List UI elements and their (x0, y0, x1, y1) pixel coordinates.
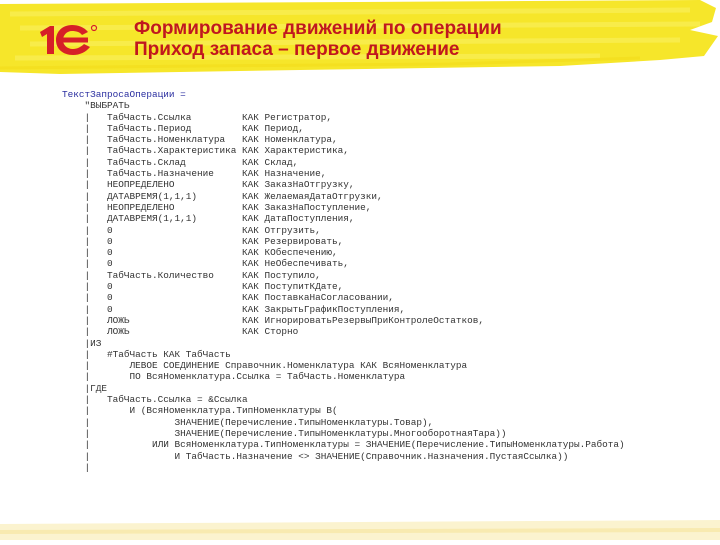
code-line: | ДАТАВРЕМЯ(1,1,1) КАК ДатаПоступления, (62, 213, 355, 225)
code-line: | ЛОЖЬ КАК ИгнорироватьРезервыПриКонтрол… (62, 314, 484, 326)
code-line: | И ТабЧасть.Назначение <> ЗНАЧЕНИЕ(Спра… (62, 450, 569, 462)
code-line: | ЗНАЧЕНИЕ(Перечисление.ТипыНоменклатуры… (62, 416, 434, 428)
code-line: | 0 КАК ПоступитКДате, (62, 281, 344, 293)
code-line: |ИЗ (62, 337, 102, 349)
code-line: | ИЛИ ВсяНоменклатура.ТипНоменклатуры = … (62, 439, 625, 451)
code-line: | 0 КАК ПоставкаНаСогласовании, (62, 292, 394, 304)
code-line: | 0 КАК Резервировать, (62, 235, 344, 247)
code-line: | И (ВсяНоменклатура.ТипНоменклатуры В( (62, 405, 338, 417)
code-line: | ТабЧасть.Характеристика КАК Характерис… (62, 145, 349, 157)
slide-title-line1: Формирование движений по операции (134, 18, 502, 39)
code-block: ТекстЗапросаОперации = "ВЫБРАТЬ | ТабЧас… (62, 89, 702, 473)
code-line: | (62, 461, 91, 473)
code-line: | 0 КАК ЗакрытьГрафикПоступления, (62, 303, 406, 315)
code-line: | ТабЧасть.Количество КАК Поступило, (62, 269, 321, 281)
code-line: ТекстЗапросаОперации = (62, 89, 186, 100)
code-line: | ТабЧасть.Назначение КАК Назначение, (62, 168, 327, 180)
code-line: | НЕОПРЕДЕЛЕНО КАК ЗаказНаПоступление, (62, 201, 372, 213)
code-line: | ТабЧасть.Номенклатура КАК Номенклатура… (62, 134, 338, 146)
code-line: | НЕОПРЕДЕЛЕНО КАК ЗаказНаОтгрузку, (62, 179, 355, 191)
slide-title: Формирование движений по операции Приход… (134, 18, 502, 60)
code-line: | 0 КАК Отгрузить, (62, 224, 321, 236)
code-line: | #ТабЧасть КАК ТабЧасть (62, 348, 231, 360)
footer-highlight (0, 518, 720, 540)
code-line: | ЛОЖЬ КАК Сторно (62, 326, 299, 338)
code-line: | 0 КАК НеОбеспечивать, (62, 258, 349, 270)
code-line: | ТабЧасть.Период КАК Период, (62, 122, 304, 134)
1c-logo-icon (36, 20, 106, 60)
code-line: | ТабЧасть.Склад КАК Склад, (62, 156, 299, 168)
code-line: | 0 КАК КОбеспечению, (62, 247, 338, 259)
code-line: | ЗНАЧЕНИЕ(Перечисление.ТипыНоменклатуры… (62, 427, 507, 439)
code-line: "ВЫБРАТЬ (62, 100, 130, 112)
code-line: | ТабЧасть.Ссылка КАК Регистратор, (62, 111, 333, 123)
code-line: |ГДЕ (62, 382, 108, 394)
slide-title-line2: Приход запаса – первое движение (134, 39, 460, 60)
code-line: | ДАТАВРЕМЯ(1,1,1) КАК ЖелаемаяДатаОтгру… (62, 190, 383, 202)
code-line: | ТабЧасть.Ссылка = &Ссылка (62, 394, 248, 406)
code-line: | ЛЕВОЕ СОЕДИНЕНИЕ Справочник.Номенклату… (62, 360, 468, 372)
code-line: | ПО ВсяНоменклатура.Ссылка = ТабЧасть.Н… (62, 371, 406, 383)
